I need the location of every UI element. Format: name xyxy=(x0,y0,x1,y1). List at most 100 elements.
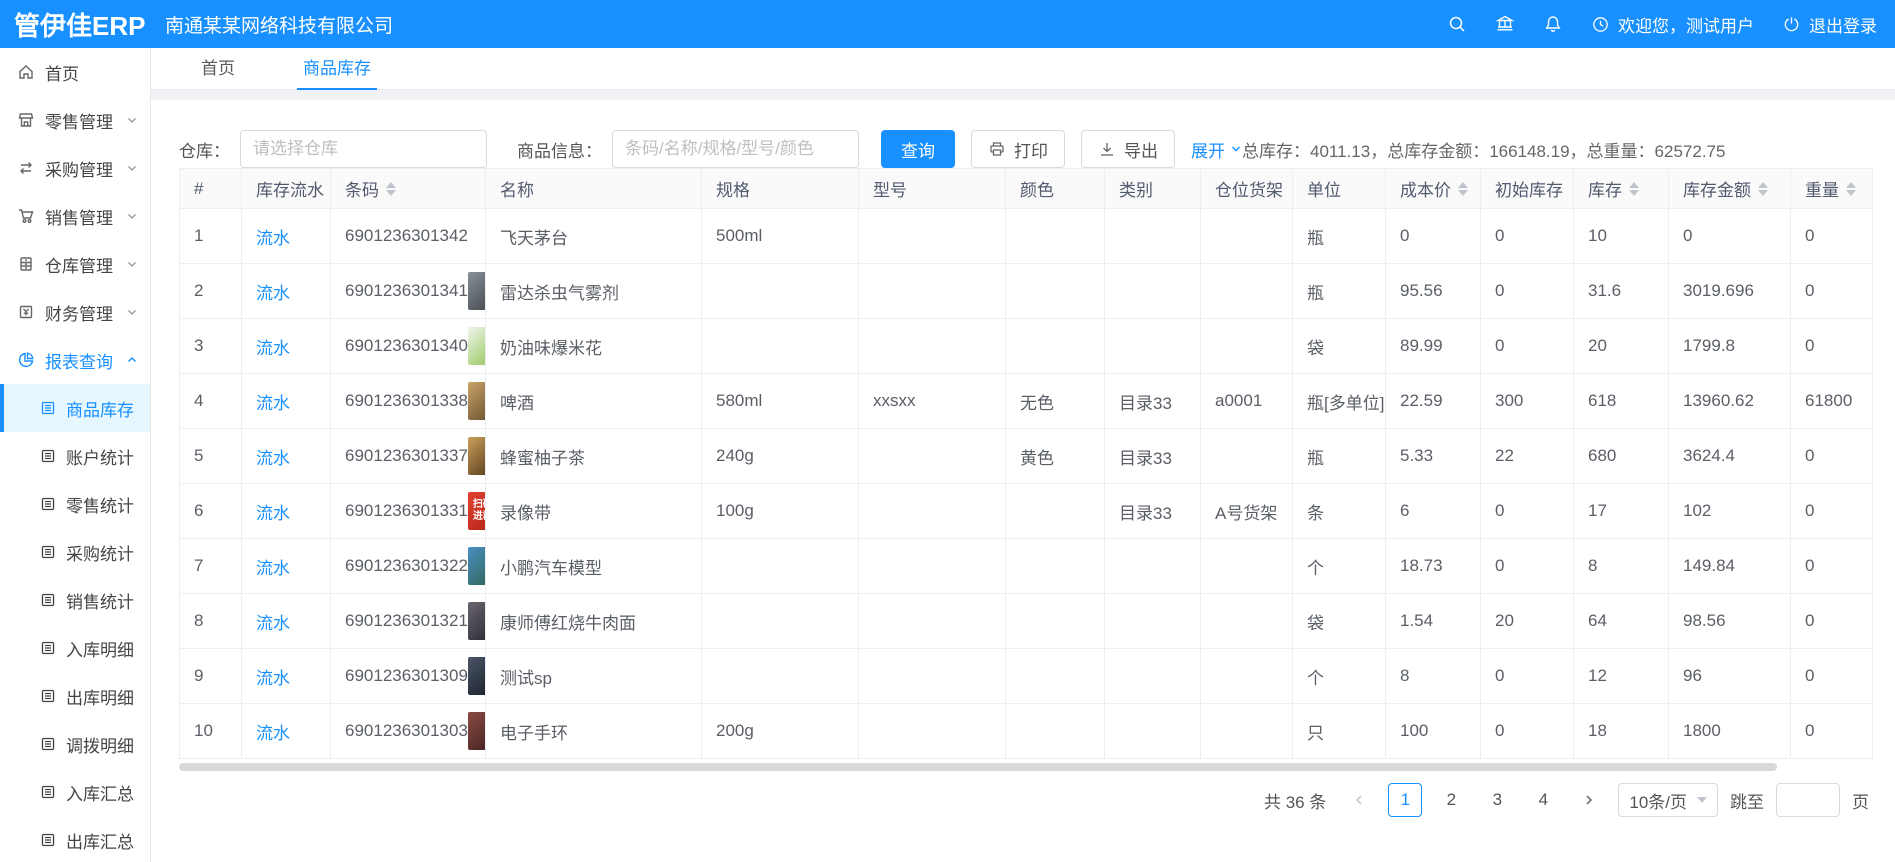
cell-shelf xyxy=(1201,264,1293,319)
page-size-select[interactable]: 10条/页 xyxy=(1618,783,1718,817)
sidebar-item-sales[interactable]: 销售管理 xyxy=(0,192,150,240)
sidebar-item-finance[interactable]: 财务管理 xyxy=(0,288,150,336)
chevron-down-icon xyxy=(126,210,138,222)
cell-stock: 12 xyxy=(1574,649,1669,704)
sidebar-subitem[interactable]: 零售统计 xyxy=(0,480,150,528)
sidebar-subitem[interactable]: 出库汇总 xyxy=(0,816,150,862)
topbar-actions: 欢迎您，测试用户 退出登录 xyxy=(1447,12,1895,37)
flow-link[interactable]: 流水 xyxy=(256,504,290,523)
cell-name: 蜂蜜柚子茶 xyxy=(486,429,702,484)
flow-link[interactable]: 流水 xyxy=(256,559,290,578)
cell-cost: 6 xyxy=(1386,484,1481,539)
cell-unit: 瓶 xyxy=(1293,429,1386,484)
sidebar-subitem[interactable]: 销售统计 xyxy=(0,576,150,624)
sidebar-item-home[interactable]: 首页 xyxy=(0,48,150,96)
sort-control[interactable] xyxy=(1846,182,1856,196)
sort-control[interactable] xyxy=(386,182,396,196)
cell-category: 目录33 xyxy=(1105,374,1201,429)
table-row: 1流水6901236301342飞天茅台500ml瓶001000 xyxy=(180,209,1873,264)
page-button-4[interactable]: 4 xyxy=(1526,783,1560,817)
flow-link[interactable]: 流水 xyxy=(256,229,290,248)
search-button[interactable]: 查询 xyxy=(881,130,955,168)
export-button[interactable]: 导出 xyxy=(1081,130,1175,168)
sidebar-subitem[interactable]: 入库汇总 xyxy=(0,768,150,816)
tab-home[interactable]: 首页 xyxy=(195,54,241,89)
report-item-icon xyxy=(40,496,56,512)
page-button-1[interactable]: 1 xyxy=(1388,783,1422,817)
expand-link[interactable]: 展开 xyxy=(1191,137,1242,162)
bell-icon[interactable] xyxy=(1543,14,1563,34)
sidebar-subitem[interactable]: 调拨明细 xyxy=(0,720,150,768)
cell-amount: 3019.696 xyxy=(1669,264,1791,319)
bank-icon[interactable] xyxy=(1495,14,1515,34)
company-name: 南通某某网络科技有限公司 xyxy=(165,11,393,38)
page-button-3[interactable]: 3 xyxy=(1480,783,1514,817)
flow-link[interactable]: 流水 xyxy=(256,394,290,413)
cell-name: 啤酒 xyxy=(486,374,702,429)
report-item-icon xyxy=(40,640,56,656)
sidebar-subitem[interactable]: 商品库存 xyxy=(0,384,150,432)
jump-input[interactable] xyxy=(1776,783,1840,817)
print-button[interactable]: 打印 xyxy=(971,130,1065,168)
sidebar-subitem[interactable]: 入库明细 xyxy=(0,624,150,672)
barcode-value: 6901236301303 xyxy=(345,721,468,741)
sidebar-subitem[interactable]: 账户统计 xyxy=(0,432,150,480)
cell-weight: 0 xyxy=(1791,429,1873,484)
cell-amount: 1800 xyxy=(1669,704,1791,759)
flow-link[interactable]: 流水 xyxy=(256,339,290,358)
page-button-2[interactable]: 2 xyxy=(1434,783,1468,817)
cell-cost: 1.54 xyxy=(1386,594,1481,649)
search-icon[interactable] xyxy=(1447,14,1467,34)
table-row: 10流水6901236301303电子手环200g只10001818000 xyxy=(180,704,1873,759)
cell-model xyxy=(859,209,1006,264)
chevron-down-icon xyxy=(1697,797,1707,803)
cell-model xyxy=(859,539,1006,594)
cell-init: 0 xyxy=(1481,209,1574,264)
col-init: 初始库存 xyxy=(1481,169,1574,209)
next-page-button[interactable] xyxy=(1572,783,1606,817)
cell-category xyxy=(1105,209,1201,264)
table-row: 2流水6901236301341雷达杀虫气雾剂瓶95.56031.63019.6… xyxy=(180,264,1873,319)
sidebar-subitem[interactable]: 采购统计 xyxy=(0,528,150,576)
report-item-icon xyxy=(40,688,56,704)
cell-cost: 18.73 xyxy=(1386,539,1481,594)
report-item-icon xyxy=(40,544,56,560)
sidebar-subitem-label: 调拨明细 xyxy=(66,732,134,757)
scrollbar-thumb[interactable] xyxy=(179,763,1777,771)
sidebar-item-warehouse[interactable]: 仓库管理 xyxy=(0,240,150,288)
cell-idx: 1 xyxy=(180,209,242,264)
sidebar-item-reports[interactable]: 报表查询 xyxy=(0,336,150,384)
product-thumbnail xyxy=(468,327,486,365)
sidebar-subitem[interactable]: 出库明细 xyxy=(0,672,150,720)
flow-link[interactable]: 流水 xyxy=(256,449,290,468)
sort-control[interactable] xyxy=(1758,182,1768,196)
col-name: 名称 xyxy=(486,169,702,209)
cell-weight: 61800 xyxy=(1791,374,1873,429)
table-row: 3流水6901236301340奶油味爆米花袋89.990201799.80 xyxy=(180,319,1873,374)
logout-button[interactable]: 退出登录 xyxy=(1782,12,1877,37)
flow-link[interactable]: 流水 xyxy=(256,284,290,303)
cell-weight: 0 xyxy=(1791,209,1873,264)
app-logo[interactable]: 管伊佳ERP xyxy=(0,6,151,43)
cell-spec xyxy=(702,264,859,319)
sidebar-item-retail[interactable]: 零售管理 xyxy=(0,96,150,144)
tab-product-stock[interactable]: 商品库存 xyxy=(297,54,377,89)
flow-link[interactable]: 流水 xyxy=(256,669,290,688)
topbar: 管伊佳ERP 南通某某网络科技有限公司 欢迎您，测试用户 xyxy=(0,0,1895,48)
col-category: 类别 xyxy=(1105,169,1201,209)
flow-link[interactable]: 流水 xyxy=(256,614,290,633)
sidebar-item-purchase[interactable]: 采购管理 xyxy=(0,144,150,192)
warehouse-select[interactable] xyxy=(240,130,487,168)
col-shelf: 仓位货架 xyxy=(1201,169,1293,209)
prev-page-button[interactable] xyxy=(1342,783,1376,817)
cell-model xyxy=(859,594,1006,649)
flow-link[interactable]: 流水 xyxy=(256,724,290,743)
cell-idx: 7 xyxy=(180,539,242,594)
welcome-user[interactable]: 欢迎您，测试用户 xyxy=(1591,12,1754,37)
cell-model: xxsxx xyxy=(859,374,1006,429)
sort-control[interactable] xyxy=(1629,182,1639,196)
sort-control[interactable] xyxy=(1458,182,1468,196)
cell-name: 测试sp xyxy=(486,649,702,704)
cell-name: 康师傅红烧牛肉面 xyxy=(486,594,702,649)
product-info-input[interactable] xyxy=(612,130,859,168)
